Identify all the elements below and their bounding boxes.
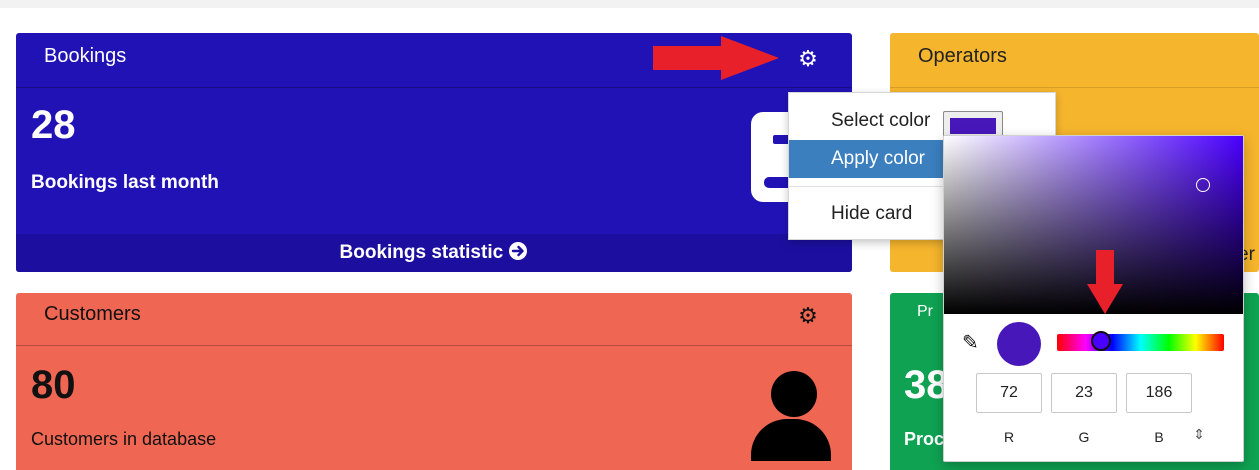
- person-torso: [751, 419, 831, 461]
- customers-card-header: Customers ⚙: [16, 293, 852, 346]
- products-subtitle: Proc: [904, 429, 945, 449]
- bookings-statistic-link[interactable]: Bookings statistic: [16, 234, 852, 272]
- color-swatch-chip: [950, 118, 996, 134]
- arrow-circle-right-icon: [509, 242, 528, 260]
- gear-icon[interactable]: ⚙: [797, 305, 819, 327]
- red-arrow-down-icon: [1087, 250, 1123, 314]
- eyedropper-icon[interactable]: ✎: [962, 332, 984, 354]
- hide-card-label: Hide card: [831, 203, 913, 224]
- current-color-preview: [997, 322, 1041, 366]
- red-label: R: [1003, 429, 1015, 445]
- bookings-subtitle: Bookings last month: [31, 172, 219, 193]
- select-color-label: Select color: [831, 110, 931, 131]
- gear-icon[interactable]: ⚙: [797, 48, 819, 70]
- customers-subtitle: Customers in database: [31, 429, 217, 449]
- bookings-footer-label: Bookings statistic: [339, 242, 504, 263]
- up-down-arrows-icon[interactable]: ⇕: [1192, 426, 1206, 443]
- bookings-card-title: Bookings: [44, 45, 127, 67]
- apply-color-label: Apply color: [831, 148, 925, 169]
- customers-card: Customers ⚙ 80 Customers in database: [16, 293, 852, 470]
- customers-card-title: Customers: [44, 303, 141, 325]
- saturation-value-handle[interactable]: [1196, 178, 1210, 192]
- person-head: [771, 371, 817, 417]
- bookings-count: 28: [31, 103, 76, 147]
- red-arrow-right-icon: [653, 36, 779, 80]
- products-card-title: Pr: [917, 303, 933, 320]
- top-border: [0, 0, 1259, 8]
- operators-card-header: Operators: [890, 33, 1259, 88]
- customers-count: 80: [31, 363, 76, 407]
- blue-label: B: [1154, 429, 1164, 445]
- person-icon: [751, 371, 835, 461]
- blue-value-input[interactable]: 186: [1126, 373, 1192, 413]
- green-value-input[interactable]: 23: [1051, 373, 1117, 413]
- operators-card-title: Operators: [918, 45, 1007, 67]
- red-value-input[interactable]: 72: [976, 373, 1042, 413]
- products-count: 38: [904, 363, 949, 407]
- green-label: G: [1078, 429, 1090, 445]
- hue-slider-handle[interactable]: [1091, 331, 1111, 351]
- hue-slider[interactable]: [1057, 334, 1224, 351]
